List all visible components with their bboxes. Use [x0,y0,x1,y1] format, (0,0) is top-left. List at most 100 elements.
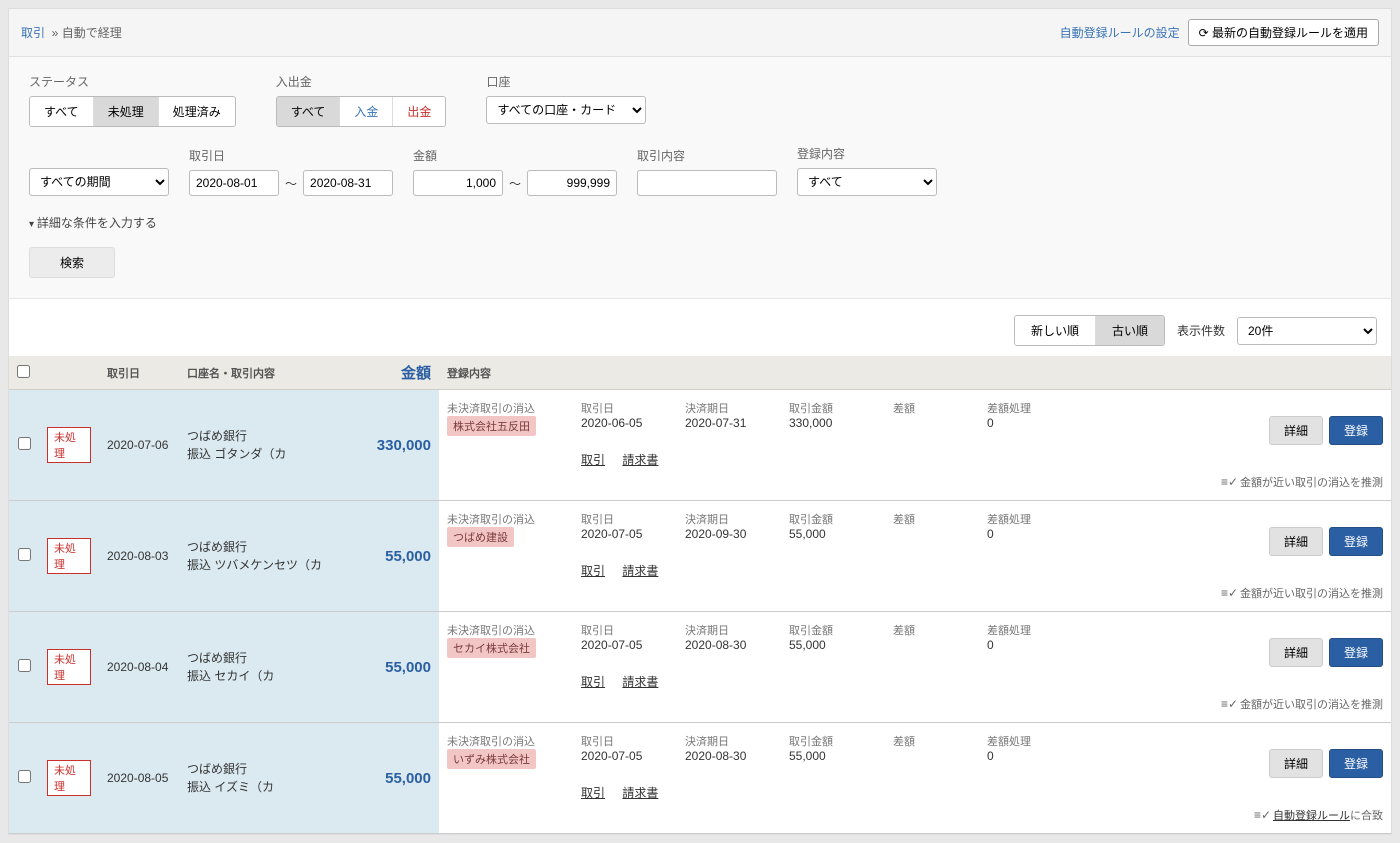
table-row: 未処理 2020-08-04 つばめ銀行 振込 セカイ（カ 55,000 未決済… [9,612,1391,723]
filter-panel: ステータス すべて 未処理 処理済み 入出金 すべて 入金 出金 口座 すべての… [9,57,1391,299]
txcontent-input[interactable] [637,170,777,196]
account-select[interactable]: すべての口座・カード [486,96,646,124]
unsettled-label: 未決済取引の消込 [447,622,567,638]
tx-account-desc: つばめ銀行 振込 ゴタンダ（カ [179,390,349,501]
status-segment: すべて 未処理 処理済み [29,96,236,127]
counterparty-tag: つばめ建設 [447,527,514,547]
unsettled-label: 未決済取引の消込 [447,400,567,416]
col-acct: 口座名・取引内容 [179,356,349,390]
list-controls: 新しい順 古い順 表示件数 20件 [9,299,1391,356]
tx-amount: 55,000 [349,501,439,612]
inout-deposit[interactable]: 入金 [340,97,393,126]
detail-button[interactable]: 詳細 [1269,416,1323,445]
pagesize-select[interactable]: 20件 [1237,317,1377,345]
sort-oldest[interactable]: 古い順 [1096,316,1164,345]
row-checkbox[interactable] [18,437,31,450]
sort-segment: 新しい順 古い順 [1014,315,1165,346]
amount-label: 金額 [413,147,617,164]
link-transaction[interactable]: 取引 [581,675,605,689]
status-badge: 未処理 [47,427,91,463]
status-badge: 未処理 [47,649,91,685]
tx-amount: 55,000 [349,723,439,834]
register-button[interactable]: 登録 [1329,527,1383,556]
hint-text: ≡✓金額が近い取引の消込を推測 [685,696,1383,712]
refresh-icon: ⟳ [1199,26,1209,40]
tx-amount: 55,000 [349,612,439,723]
reg-txamt: 55,000 [789,749,879,763]
reg-diff: 0 [987,638,1067,652]
amount-to-input[interactable] [527,170,617,196]
txdate-label: 取引日 [189,147,393,164]
tx-account-desc: つばめ銀行 振込 イズミ（カ [179,723,349,834]
regcontent-select[interactable]: すべて [797,168,937,196]
reg-txdate: 2020-06-05 [581,416,671,430]
select-all-checkbox[interactable] [17,365,30,378]
link-invoice[interactable]: 請求書 [622,564,658,578]
detail-button[interactable]: 詳細 [1269,527,1323,556]
inout-segment: すべて 入金 出金 [276,96,447,127]
inout-label: 入出金 [276,73,447,90]
pagesize-label: 表示件数 [1177,322,1225,339]
status-label: ステータス [29,73,236,90]
reg-diff: 0 [987,527,1067,541]
guess-icon: ≡✓ [1221,586,1238,600]
tx-date: 2020-08-05 [99,723,179,834]
reg-txdate: 2020-07-05 [581,638,671,652]
reg-txdate: 2020-07-05 [581,527,671,541]
link-invoice[interactable]: 請求書 [622,786,658,800]
inout-all[interactable]: すべて [277,97,341,126]
breadcrumb-current: 自動で経理 [62,26,122,40]
row-checkbox[interactable] [18,548,31,561]
regcontent-label: 登録内容 [797,145,937,162]
counterparty-tag: いずみ株式会社 [447,749,536,769]
status-badge: 未処理 [47,538,91,574]
counterparty-tag: 株式会社五反田 [447,416,536,436]
txcontent-label: 取引内容 [637,147,777,164]
reg-duedate: 2020-09-30 [685,527,775,541]
amount-from-input[interactable] [413,170,503,196]
register-button[interactable]: 登録 [1329,749,1383,778]
breadcrumb: 取引 » 自動で経理 [21,24,122,41]
register-button[interactable]: 登録 [1329,638,1383,667]
autorule-icon: ≡✓ [1254,808,1271,822]
transactions-table: 取引日 口座名・取引内容 金額 登録内容 未処理 2020-07-06 つばめ銀… [9,356,1391,834]
tx-account-desc: つばめ銀行 振込 ツバメケンセツ（カ [179,501,349,612]
row-checkbox[interactable] [18,659,31,672]
tx-account-desc: つばめ銀行 振込 セカイ（カ [179,612,349,723]
auto-rule-settings-link[interactable]: 自動登録ルールの設定 [1060,24,1180,41]
txdate-from-input[interactable] [189,170,279,196]
breadcrumb-root-link[interactable]: 取引 [21,26,45,40]
status-badge: 未処理 [47,760,91,796]
reg-txdate: 2020-07-05 [581,749,671,763]
account-label: 口座 [486,73,646,90]
link-transaction[interactable]: 取引 [581,786,605,800]
link-transaction[interactable]: 取引 [581,564,605,578]
link-invoice[interactable]: 請求書 [622,453,658,467]
autorule-link[interactable]: 自動登録ルール [1273,810,1350,822]
status-all[interactable]: すべて [30,97,94,126]
col-reg: 登録内容 [439,356,1391,390]
sort-newest[interactable]: 新しい順 [1015,316,1096,345]
link-invoice[interactable]: 請求書 [622,675,658,689]
txdate-to-input[interactable] [303,170,393,196]
link-transaction[interactable]: 取引 [581,453,605,467]
apply-latest-rules-button[interactable]: ⟳ 最新の自動登録ルールを適用 [1188,19,1379,46]
row-checkbox[interactable] [18,770,31,783]
table-row: 未処理 2020-07-06 つばめ銀行 振込 ゴタンダ（カ 330,000 未… [9,390,1391,501]
reg-txamt: 55,000 [789,638,879,652]
detail-button[interactable]: 詳細 [1269,638,1323,667]
table-row: 未処理 2020-08-03 つばめ銀行 振込 ツバメケンセツ（カ 55,000… [9,501,1391,612]
register-button[interactable]: 登録 [1329,416,1383,445]
tx-amount: 330,000 [349,390,439,501]
status-unprocessed[interactable]: 未処理 [94,97,159,126]
reg-txamt: 55,000 [789,527,879,541]
advanced-filters-toggle[interactable]: 詳細な条件を入力する [29,214,1371,231]
status-processed[interactable]: 処理済み [159,97,235,126]
detail-button[interactable]: 詳細 [1269,749,1323,778]
period-select[interactable]: すべての期間 [29,168,169,196]
reg-duedate: 2020-08-30 [685,749,775,763]
table-row: 未処理 2020-08-05 つばめ銀行 振込 イズミ（カ 55,000 未決済… [9,723,1391,834]
inout-withdraw[interactable]: 出金 [393,97,445,126]
search-button[interactable]: 検索 [29,247,115,278]
hint-text: ≡✓金額が近い取引の消込を推測 [685,585,1383,601]
